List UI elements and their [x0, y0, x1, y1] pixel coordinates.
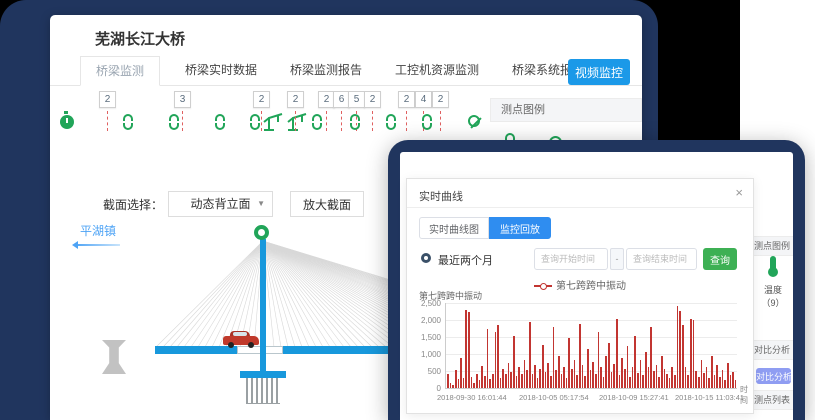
pylon-sensor-icon[interactable]: [254, 225, 269, 240]
legend-label: 第七跨跨中振动: [556, 281, 626, 292]
legend-panel-header: 测点图例: [753, 236, 793, 256]
x-tick: 2018-10-09 15:27:41: [599, 393, 669, 402]
temperature-label: 温度: [753, 283, 793, 296]
sensor-dash-line: [107, 111, 108, 131]
x-axis-name: 时间: [740, 384, 753, 406]
chain-link-icon[interactable]: [350, 114, 360, 130]
chain-link-icon[interactable]: [250, 114, 260, 130]
chain-link-icon[interactable]: [312, 114, 322, 130]
video-monitor-button[interactable]: 视频监控: [568, 59, 630, 85]
sensor-count-badge: 5: [348, 91, 365, 108]
x-tick: 2018-09-30 16:01:44: [437, 393, 507, 402]
chain-link-icon[interactable]: [215, 114, 225, 130]
y-tick: 1,000: [407, 350, 441, 359]
sensor-dash-line: [372, 111, 373, 131]
section-select-value: 动态背立面: [190, 197, 250, 211]
stopwatch-icon[interactable]: [60, 115, 74, 129]
sensor-dash-line: [261, 111, 262, 131]
tab-ipc-resource[interactable]: 工控机资源监测: [395, 56, 479, 86]
page: 芜湖长江大桥 桥梁监测 桥梁实时数据 桥梁监测报告 工控机资源监测 桥梁系统报警…: [0, 0, 815, 420]
main-tabbar: 桥梁监测 桥梁实时数据 桥梁监测报告 工控机资源监测 桥梁系统报警: [50, 56, 642, 86]
close-icon[interactable]: ×: [735, 185, 743, 200]
sensor-count-badge: 2: [364, 91, 381, 108]
x-tick: 2018-10-15 11:03:41: [675, 393, 744, 402]
divider: [407, 207, 753, 208]
chart-plot: 2,500 2,000 1,500 1,000 500 0: [445, 303, 737, 389]
compare-analysis-button[interactable]: 对比分析: [756, 368, 791, 384]
pylon-piles: [246, 378, 280, 404]
y-tick: 500: [407, 367, 441, 376]
chain-link-icon[interactable]: [169, 114, 179, 130]
sensor-count-badge: 4: [415, 91, 432, 108]
enlarge-section-button[interactable]: 放大截面: [290, 191, 364, 217]
range-separator: -: [610, 248, 624, 270]
pylon-footing: [240, 371, 286, 378]
end-time-input[interactable]: [626, 248, 697, 270]
page-title: 芜湖长江大桥: [95, 28, 185, 49]
y-tick: 2,000: [407, 316, 441, 325]
section-select-dropdown[interactable]: 动态背立面 ▼: [168, 191, 273, 217]
temperature-item[interactable]: 温度 （9）: [753, 256, 793, 309]
sensor-count-badge: 2: [287, 91, 304, 108]
legend-panel-sliver: 测点图例 温度 （9） 对比分析 对比分析 监测点列表: [753, 152, 793, 420]
chain-link-icon[interactable]: [386, 114, 396, 130]
legend-line-marker-icon: [534, 285, 552, 287]
tab-monitor-playback[interactable]: 监控回放: [489, 217, 551, 239]
modal-app-content: 测点图例 温度 （9） 对比分析 对比分析 监测点列表 实时曲线 × 实时曲线图…: [400, 152, 793, 420]
car-illustration: [223, 331, 259, 347]
thermometer-icon: [770, 256, 776, 270]
y-tick: 0: [407, 384, 441, 393]
sensor-count-badge: 2: [253, 91, 270, 108]
section-select-label: 截面选择：: [103, 196, 163, 213]
sensor-count-badge: 2: [99, 91, 116, 108]
sensor-dash-line: [341, 111, 342, 131]
sensor-count-badge: 2: [398, 91, 415, 108]
radio-label: 最近两个月: [438, 252, 493, 268]
start-time-input[interactable]: [534, 248, 608, 270]
tab-realtime-curve[interactable]: 实时曲线图: [419, 217, 489, 239]
tab-monitoring-report[interactable]: 桥梁监测报告: [290, 56, 362, 86]
temperature-count: （9）: [753, 296, 793, 309]
chevron-down-icon: ▼: [257, 192, 265, 216]
modal-mockup-card: 测点图例 温度 （9） 对比分析 对比分析 监测点列表 实时曲线 × 实时曲线图…: [388, 140, 805, 420]
bridge-pylon: [260, 239, 266, 373]
sensor-dash-line: [440, 111, 441, 131]
points-list-header: 监测点列表: [753, 390, 793, 410]
dialog-title: 实时曲线: [419, 188, 463, 204]
query-button[interactable]: 查询: [703, 248, 737, 270]
sensor-dash-line: [326, 111, 327, 131]
sensor-dash-line: [406, 111, 407, 131]
no-entry-icon[interactable]: [468, 115, 480, 127]
sensor-count-badge: 2: [432, 91, 449, 108]
crane-icon[interactable]: [262, 110, 308, 132]
sensor-count-badge: 3: [174, 91, 191, 108]
tab-realtime-data[interactable]: 桥梁实时数据: [185, 56, 257, 86]
y-tick: 2,500: [407, 299, 441, 308]
realtime-curve-dialog: 实时曲线 × 实时曲线图 监控回放 最近两个月 - 查询 第七跨跨中振动 第七跨…: [406, 178, 754, 414]
radio-selected-icon[interactable]: [421, 253, 431, 263]
tab-bridge-monitoring[interactable]: 桥梁监测: [80, 56, 160, 86]
chain-link-icon[interactable]: [123, 114, 133, 130]
chain-link-icon[interactable]: [422, 114, 432, 130]
chart-bars: [447, 302, 737, 388]
x-tick: 2018-10-05 05:17:54: [519, 393, 589, 402]
sensor-dash-line: [182, 111, 183, 131]
compare-analysis-header: 对比分析: [753, 340, 793, 360]
legend-panel-header: 测点图例: [490, 98, 642, 122]
y-tick: 1,500: [407, 333, 441, 342]
sensor-dash-line: [295, 111, 296, 131]
